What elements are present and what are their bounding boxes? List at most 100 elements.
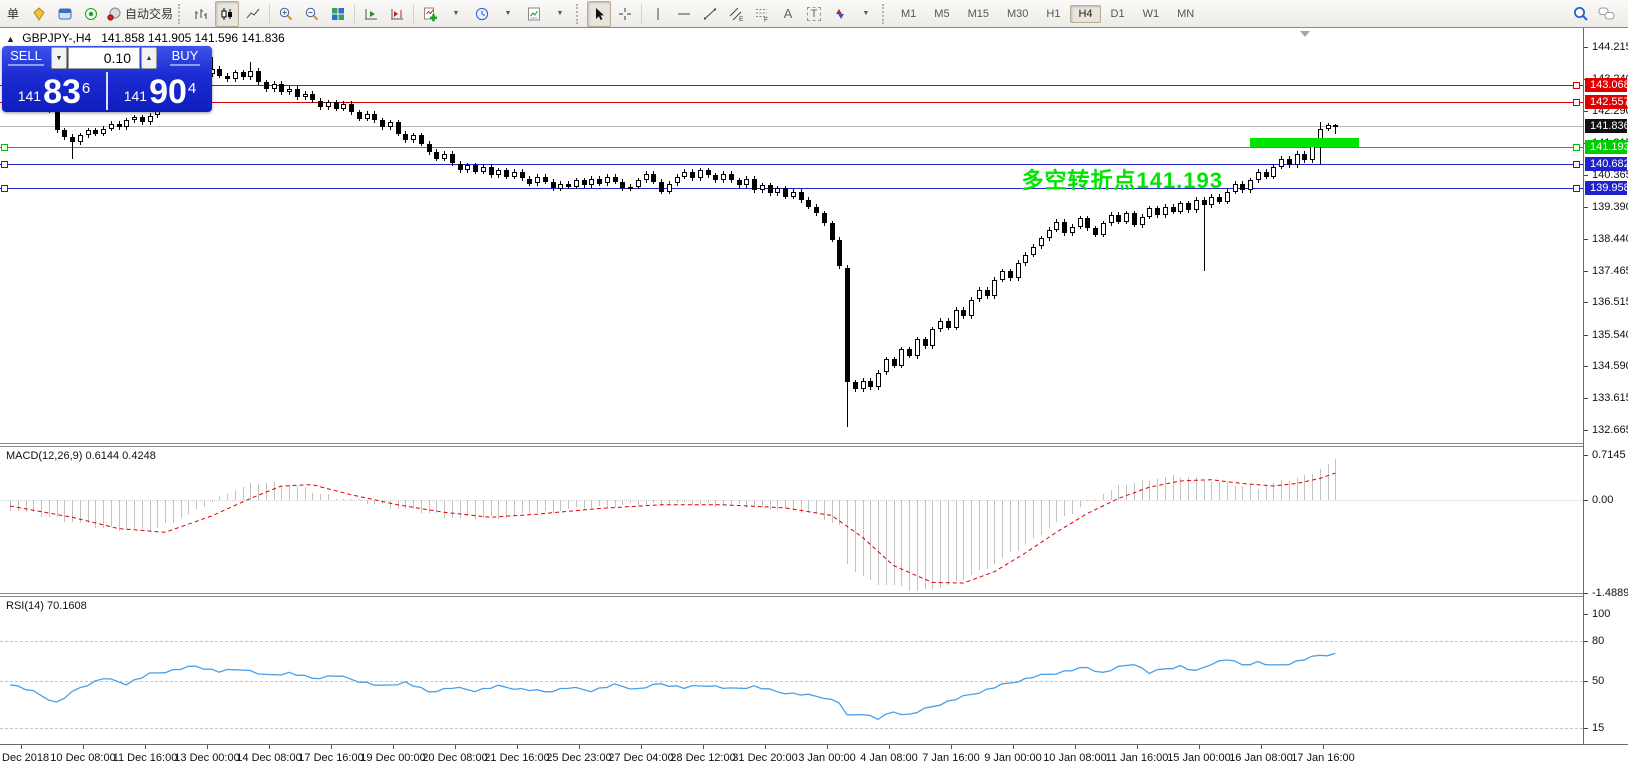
templates-dropdown-icon[interactable]: ▼ — [548, 1, 572, 27]
horizontal-line[interactable] — [0, 102, 1583, 103]
buy-button[interactable]: BUY — [158, 46, 212, 70]
macd-histogram-bar — [801, 499, 802, 514]
macd-histogram-bar — [739, 499, 740, 505]
time-tick — [455, 745, 456, 749]
macd-histogram-bar — [824, 499, 825, 521]
signals-icon[interactable] — [79, 1, 103, 27]
crosshair-icon[interactable] — [613, 1, 637, 27]
chart-candles-icon[interactable] — [215, 0, 240, 27]
timeframe-m1[interactable]: M1 — [893, 5, 924, 23]
candle — [1217, 196, 1222, 202]
candle — [768, 185, 773, 194]
fibonacci-icon[interactable]: F — [750, 1, 774, 27]
autotrade-button[interactable]: 自动交易 — [105, 1, 174, 27]
text-icon[interactable]: A — [776, 1, 800, 27]
candle — [868, 380, 873, 388]
search-icon[interactable] — [1569, 1, 1593, 27]
time-tick — [703, 745, 704, 749]
macd-histogram-bar — [103, 499, 104, 528]
channel-icon[interactable]: E — [724, 1, 748, 27]
price-tick-label: 134.590 — [1592, 360, 1628, 372]
volume-up-button[interactable]: ▲ — [141, 47, 157, 69]
autoscroll-icon[interactable] — [359, 1, 383, 27]
periods-icon[interactable] — [470, 1, 494, 27]
vertical-line-icon[interactable] — [646, 1, 670, 27]
chart-line-icon[interactable] — [241, 1, 265, 27]
chart-shift-icon[interactable] — [385, 1, 409, 27]
templates-icon[interactable] — [522, 1, 546, 27]
line-marker[interactable] — [1, 185, 8, 192]
horizontal-line[interactable] — [0, 188, 1583, 189]
chart-bars-icon[interactable] — [189, 1, 213, 27]
macd-histogram-bar — [816, 499, 817, 514]
candle — [535, 176, 540, 184]
periods-dropdown-icon[interactable]: ▼ — [496, 1, 520, 27]
trendline-icon[interactable] — [698, 1, 722, 27]
line-marker[interactable] — [1, 161, 8, 168]
toolbar-separator — [641, 3, 643, 24]
horizontal-line[interactable] — [0, 147, 1583, 148]
line-marker[interactable] — [1, 144, 8, 151]
time-tick — [269, 745, 270, 749]
zoom-in-icon[interactable] — [274, 1, 298, 27]
candle — [349, 103, 354, 113]
candle — [310, 93, 315, 101]
sell-price[interactable]: 141 83 6 — [2, 70, 106, 112]
indicators-dropdown-icon[interactable]: ▼ — [444, 1, 468, 27]
timeframe-w1[interactable]: W1 — [1135, 5, 1168, 23]
timeframe-m5[interactable]: M5 — [926, 5, 957, 23]
horizontal-line[interactable] — [0, 164, 1583, 165]
volume-down-button[interactable]: ▼ — [51, 47, 67, 69]
indicators-icon[interactable] — [418, 1, 442, 27]
horizontal-line[interactable] — [0, 85, 1583, 86]
cursor-icon[interactable] — [587, 0, 612, 27]
candle — [1155, 208, 1160, 215]
timeframe-mn[interactable]: MN — [1169, 5, 1202, 23]
strategy-tester-icon[interactable] — [53, 1, 77, 27]
arrows-icon[interactable] — [828, 1, 852, 27]
line-marker[interactable] — [1573, 144, 1580, 151]
candle — [256, 70, 261, 83]
candle — [845, 268, 850, 383]
macd-histogram-bar — [886, 499, 887, 586]
timeframe-h4[interactable]: H4 — [1070, 4, 1101, 23]
tile-windows-icon[interactable] — [326, 1, 350, 27]
candle — [1016, 263, 1021, 278]
buy-price[interactable]: 141 90 4 — [108, 70, 212, 112]
zoom-out-icon[interactable] — [300, 1, 324, 27]
macd-histogram-bar — [1033, 499, 1034, 538]
macd-histogram-bar — [281, 486, 282, 500]
line-marker[interactable] — [1573, 99, 1580, 106]
macd-histogram-bar — [72, 499, 73, 523]
candle — [403, 133, 408, 141]
timeframe-h1[interactable]: H1 — [1038, 5, 1068, 23]
arrows-dropdown-icon[interactable]: ▼ — [854, 1, 878, 27]
time-axis: 7 Dec 201810 Dec 08:0011 Dec 16:0013 Dec… — [0, 744, 1628, 775]
candle — [659, 181, 664, 192]
line-marker[interactable] — [1573, 161, 1580, 168]
timeframe-m15[interactable]: M15 — [960, 5, 997, 23]
chart-shift-marker-icon[interactable] — [1300, 31, 1310, 37]
candle — [985, 289, 990, 297]
macd-histogram-bar — [1227, 481, 1228, 500]
new-order-button[interactable]: 单 — [1, 1, 25, 27]
horizontal-line-icon[interactable] — [672, 1, 696, 27]
volume-input[interactable]: 0.10 — [68, 47, 140, 69]
main-price-chart[interactable]: 多空转折点141.193 — [0, 28, 1583, 443]
candle — [295, 88, 300, 98]
text-label-icon[interactable]: T — [802, 1, 826, 27]
timeframe-m30[interactable]: M30 — [999, 5, 1036, 23]
macd-histogram-bar — [1103, 494, 1104, 500]
candle — [496, 170, 501, 176]
horizontal-line[interactable] — [0, 126, 1583, 127]
timeframe-d1[interactable]: D1 — [1103, 5, 1133, 23]
price-tick-dash — [1584, 239, 1588, 240]
line-marker[interactable] — [1573, 82, 1580, 89]
line-marker[interactable] — [1573, 185, 1580, 192]
macd-histogram-bar — [57, 499, 58, 518]
collapse-panel-icon[interactable]: ▲ — [6, 34, 15, 44]
market-watch-icon[interactable] — [27, 1, 51, 27]
chat-icon[interactable] — [1595, 1, 1619, 27]
sell-button[interactable]: SELL — [2, 46, 50, 70]
macd-histogram-bar — [545, 499, 546, 511]
